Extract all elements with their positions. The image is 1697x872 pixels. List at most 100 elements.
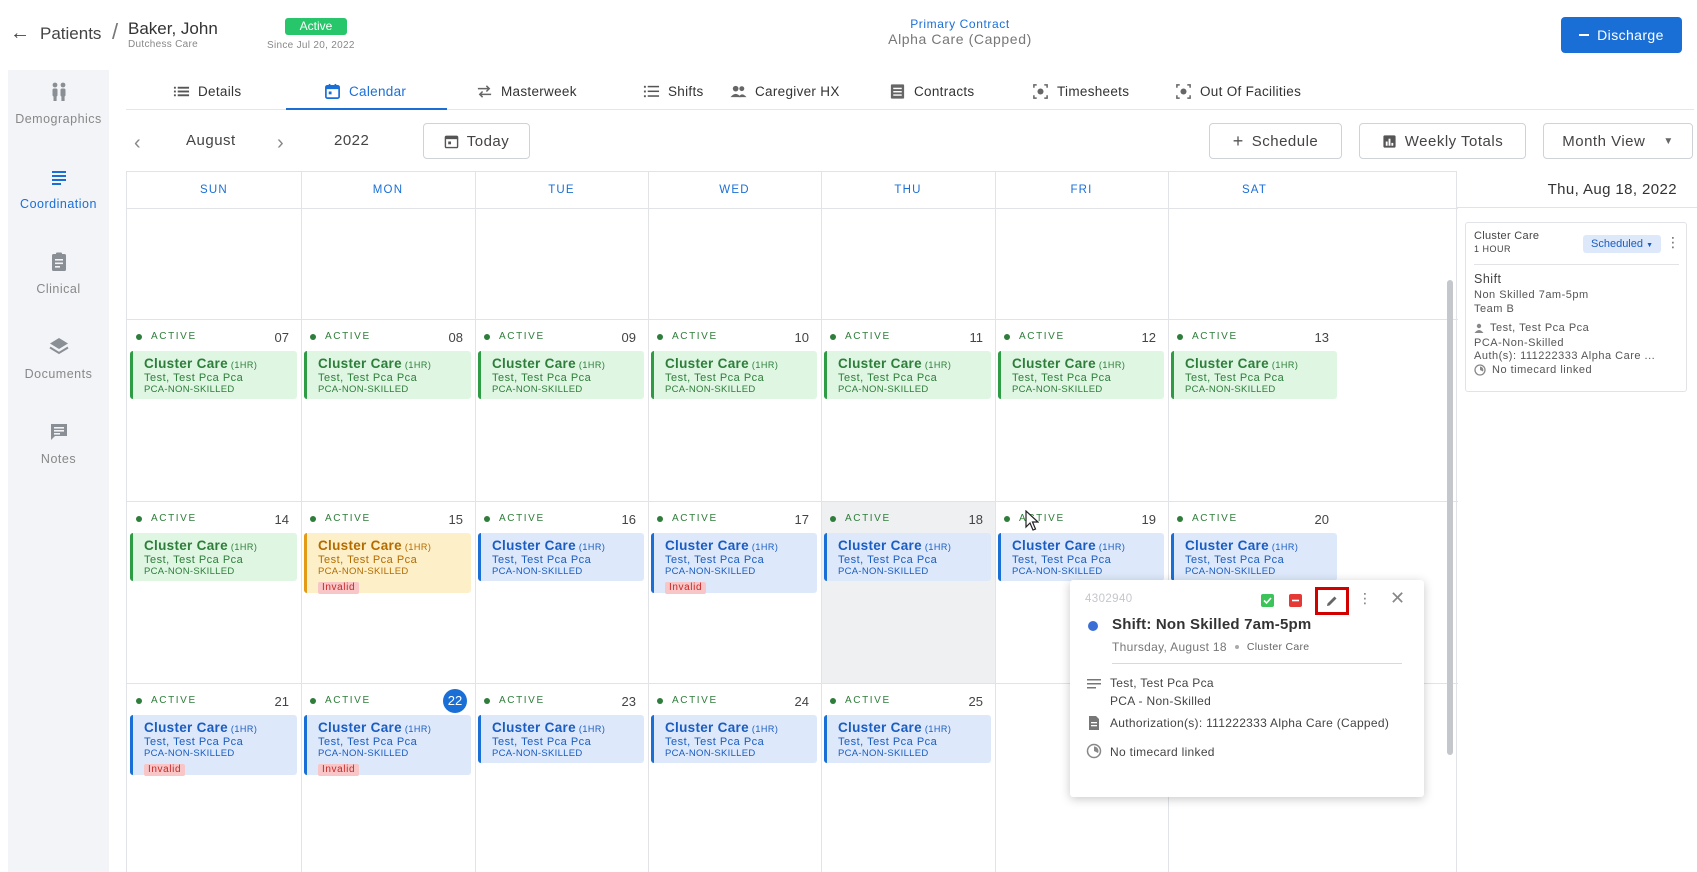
day-number[interactable]: 14 xyxy=(259,512,289,527)
event-person: Test, Test Pca Pca xyxy=(838,554,938,566)
view-select[interactable]: Month View ▼ xyxy=(1543,123,1693,159)
status-dropdown[interactable]: Scheduled ▼ xyxy=(1583,235,1661,253)
day-number[interactable]: 12 xyxy=(1126,330,1156,345)
tab-calendar[interactable]: Calendar xyxy=(324,72,406,110)
chevron-left-icon: ‹ xyxy=(134,132,141,154)
calendar-scrollbar[interactable] xyxy=(1447,280,1453,755)
popup-authorization: Authorization(s): 111222333 Alpha Care (… xyxy=(1110,716,1390,730)
calendar-event[interactable]: Cluster Care (1HR) Test, Test Pca Pca PCA-N… xyxy=(478,533,644,581)
calendar-event[interactable]: Cluster Care (1HR) Test, Test Pca Pca PCA-N… xyxy=(824,351,991,399)
day-status-label: ACTIVE xyxy=(672,513,718,524)
invalid-badge: Invalid xyxy=(665,582,707,594)
facility-icon xyxy=(1176,83,1191,99)
event-title-row: Cluster Care (1HR) xyxy=(1012,538,1164,553)
day-number[interactable]: 15 xyxy=(433,512,463,527)
day-number[interactable]: 07 xyxy=(259,330,289,345)
event-title: Cluster Care xyxy=(838,356,922,371)
day-number[interactable]: 18 xyxy=(953,512,983,527)
more-vert-icon[interactable]: ⋮ xyxy=(1358,590,1372,607)
approve-icon[interactable] xyxy=(1261,594,1274,607)
weekday-label: SAT xyxy=(1241,184,1268,196)
calendar-event[interactable]: Cluster Care (1HR) Test, Test Pca Pca PCA-N… xyxy=(478,715,644,763)
calendar-event[interactable]: Cluster Care (1HR) Test, Test Pca Pca PCA-N… xyxy=(304,715,471,776)
timecard-icon xyxy=(1474,364,1486,376)
timesheet-icon xyxy=(1033,83,1048,99)
day-number[interactable]: 23 xyxy=(606,694,636,709)
weekly-totals-button[interactable]: Weekly Totals xyxy=(1359,123,1526,159)
day-number[interactable]: 25 xyxy=(953,694,983,709)
status-dot xyxy=(657,697,663,704)
calendar-event[interactable]: Cluster Care (1HR) Test, Test Pca Pca PCA-N… xyxy=(130,351,297,399)
calendar-event[interactable]: Cluster Care (1HR) Test, Test Pca Pca PCA-N… xyxy=(998,533,1164,581)
day-number[interactable]: 13 xyxy=(1299,330,1329,345)
tab-out-of-facilities[interactable]: Out Of Facilities xyxy=(1175,72,1301,110)
calendar-icon xyxy=(325,83,340,99)
calendar-event[interactable]: Cluster Care (1HR) Test, Test Pca Pca PCA-N… xyxy=(824,533,991,581)
schedule-button[interactable]: + Schedule xyxy=(1209,123,1342,159)
day-number[interactable]: 21 xyxy=(259,694,289,709)
event-service: PCA-NON-SKILLED xyxy=(318,566,409,577)
calendar-event[interactable]: Cluster Care (1HR) Test, Test Pca Pca PCA-N… xyxy=(130,533,297,581)
next-month-button[interactable]: › xyxy=(277,132,284,155)
event-title-row: Cluster Care (1HR) xyxy=(144,356,297,371)
sidebar-item-notes[interactable]: Notes xyxy=(8,420,109,466)
close-icon[interactable]: ✕ xyxy=(1390,588,1405,609)
day-number[interactable]: 10 xyxy=(779,330,809,345)
popup-contract: Cluster Care xyxy=(1246,641,1310,653)
tab-masterweek[interactable]: Masterweek xyxy=(476,72,577,110)
calendar-event[interactable]: Cluster Care (1HR) Test, Test Pca Pca PCA-N… xyxy=(1171,533,1337,581)
shift-timecard: No timecard linked xyxy=(1492,364,1593,376)
edit-button[interactable] xyxy=(1315,587,1349,615)
back-link-label: Patients xyxy=(40,23,102,43)
tab-label: Contracts xyxy=(914,83,975,99)
tab-details[interactable]: Details xyxy=(173,72,241,110)
discharge-button[interactable]: Discharge xyxy=(1561,17,1682,53)
day-number[interactable]: 09 xyxy=(606,330,636,345)
tab-shifts[interactable]: Shifts xyxy=(643,72,704,110)
event-person: Test, Test Pca Pca xyxy=(144,554,244,566)
calendar-event[interactable]: Cluster Care (1HR) Test, Test Pca Pca PCA-N… xyxy=(651,715,817,763)
calendar-event[interactable]: Cluster Care (1HR) Test, Test Pca Pca PCA-N… xyxy=(478,351,644,399)
calendar-event[interactable]: Cluster Care (1HR) Test, Test Pca Pca PCA-N… xyxy=(1171,351,1337,399)
sidebar-item-coordination[interactable]: Coordination xyxy=(8,165,109,211)
sidebar-item-clinical[interactable]: Clinical xyxy=(8,250,109,296)
grid-line xyxy=(475,172,476,872)
calendar-event[interactable]: Cluster Care (1HR) Test, Test Pca Pca PCA-N… xyxy=(304,533,471,594)
day-number[interactable]: 19 xyxy=(1126,512,1156,527)
day-status-label: ACTIVE xyxy=(151,695,197,706)
day-number[interactable]: 11 xyxy=(953,330,984,345)
more-vert-icon[interactable]: ⋮ xyxy=(1666,234,1680,251)
day-status-label: ACTIVE xyxy=(151,331,197,342)
sidebar-item-demographics[interactable]: Demographics xyxy=(8,80,109,126)
tab-timesheets[interactable]: Timesheets xyxy=(1032,72,1129,110)
day-number[interactable]: 24 xyxy=(779,694,809,709)
back-to-patients-link[interactable]: ← Patients xyxy=(10,22,101,45)
calendar-event[interactable]: Cluster Care (1HR) Test, Test Pca Pca PCA-N… xyxy=(130,715,297,776)
calendar-event[interactable]: Cluster Care (1HR) Test, Test Pca Pca PCA-N… xyxy=(651,351,817,399)
today-button[interactable]: Today xyxy=(423,123,530,159)
calendar-event[interactable]: Cluster Care (1HR) Test, Test Pca Pca PCA-N… xyxy=(651,533,817,594)
event-service: PCA-NON-SKILLED xyxy=(1185,566,1276,577)
day-number[interactable]: 17 xyxy=(779,512,809,527)
shift-card[interactable]: Cluster Care 1 HOUR Scheduled ▼ ⋮ Shift … xyxy=(1465,222,1687,392)
status-dot xyxy=(310,333,316,340)
day-number[interactable]: 16 xyxy=(606,512,636,527)
tab-caregiver-hx[interactable]: Caregiver HX xyxy=(730,72,840,110)
event-service: PCA-NON-SKILLED xyxy=(665,748,756,759)
day-number[interactable]: 22 xyxy=(443,689,467,713)
reject-icon[interactable] xyxy=(1289,594,1302,607)
day-status: ACTIVE xyxy=(136,695,197,706)
calendar-event[interactable]: Cluster Care (1HR) Test, Test Pca Pca PCA-N… xyxy=(824,715,991,763)
day-status-label: ACTIVE xyxy=(845,513,891,524)
timecard-icon xyxy=(1086,743,1102,759)
status-dot xyxy=(484,515,490,522)
day-number[interactable]: 20 xyxy=(1299,512,1329,527)
prev-month-button[interactable]: ‹ xyxy=(134,132,141,155)
calendar-event[interactable]: Cluster Care (1HR) Test, Test Pca Pca PCA-N… xyxy=(998,351,1164,399)
calendar-event[interactable]: Cluster Care (1HR) Test, Test Pca Pca PCA-N… xyxy=(304,351,471,399)
tab-contracts[interactable]: Contracts xyxy=(889,72,974,110)
sidebar-item-documents[interactable]: Documents xyxy=(8,335,109,381)
day-number[interactable]: 08 xyxy=(433,330,463,345)
event-duration: (1HR) xyxy=(924,724,952,734)
event-person: Test, Test Pca Pca xyxy=(492,736,592,748)
